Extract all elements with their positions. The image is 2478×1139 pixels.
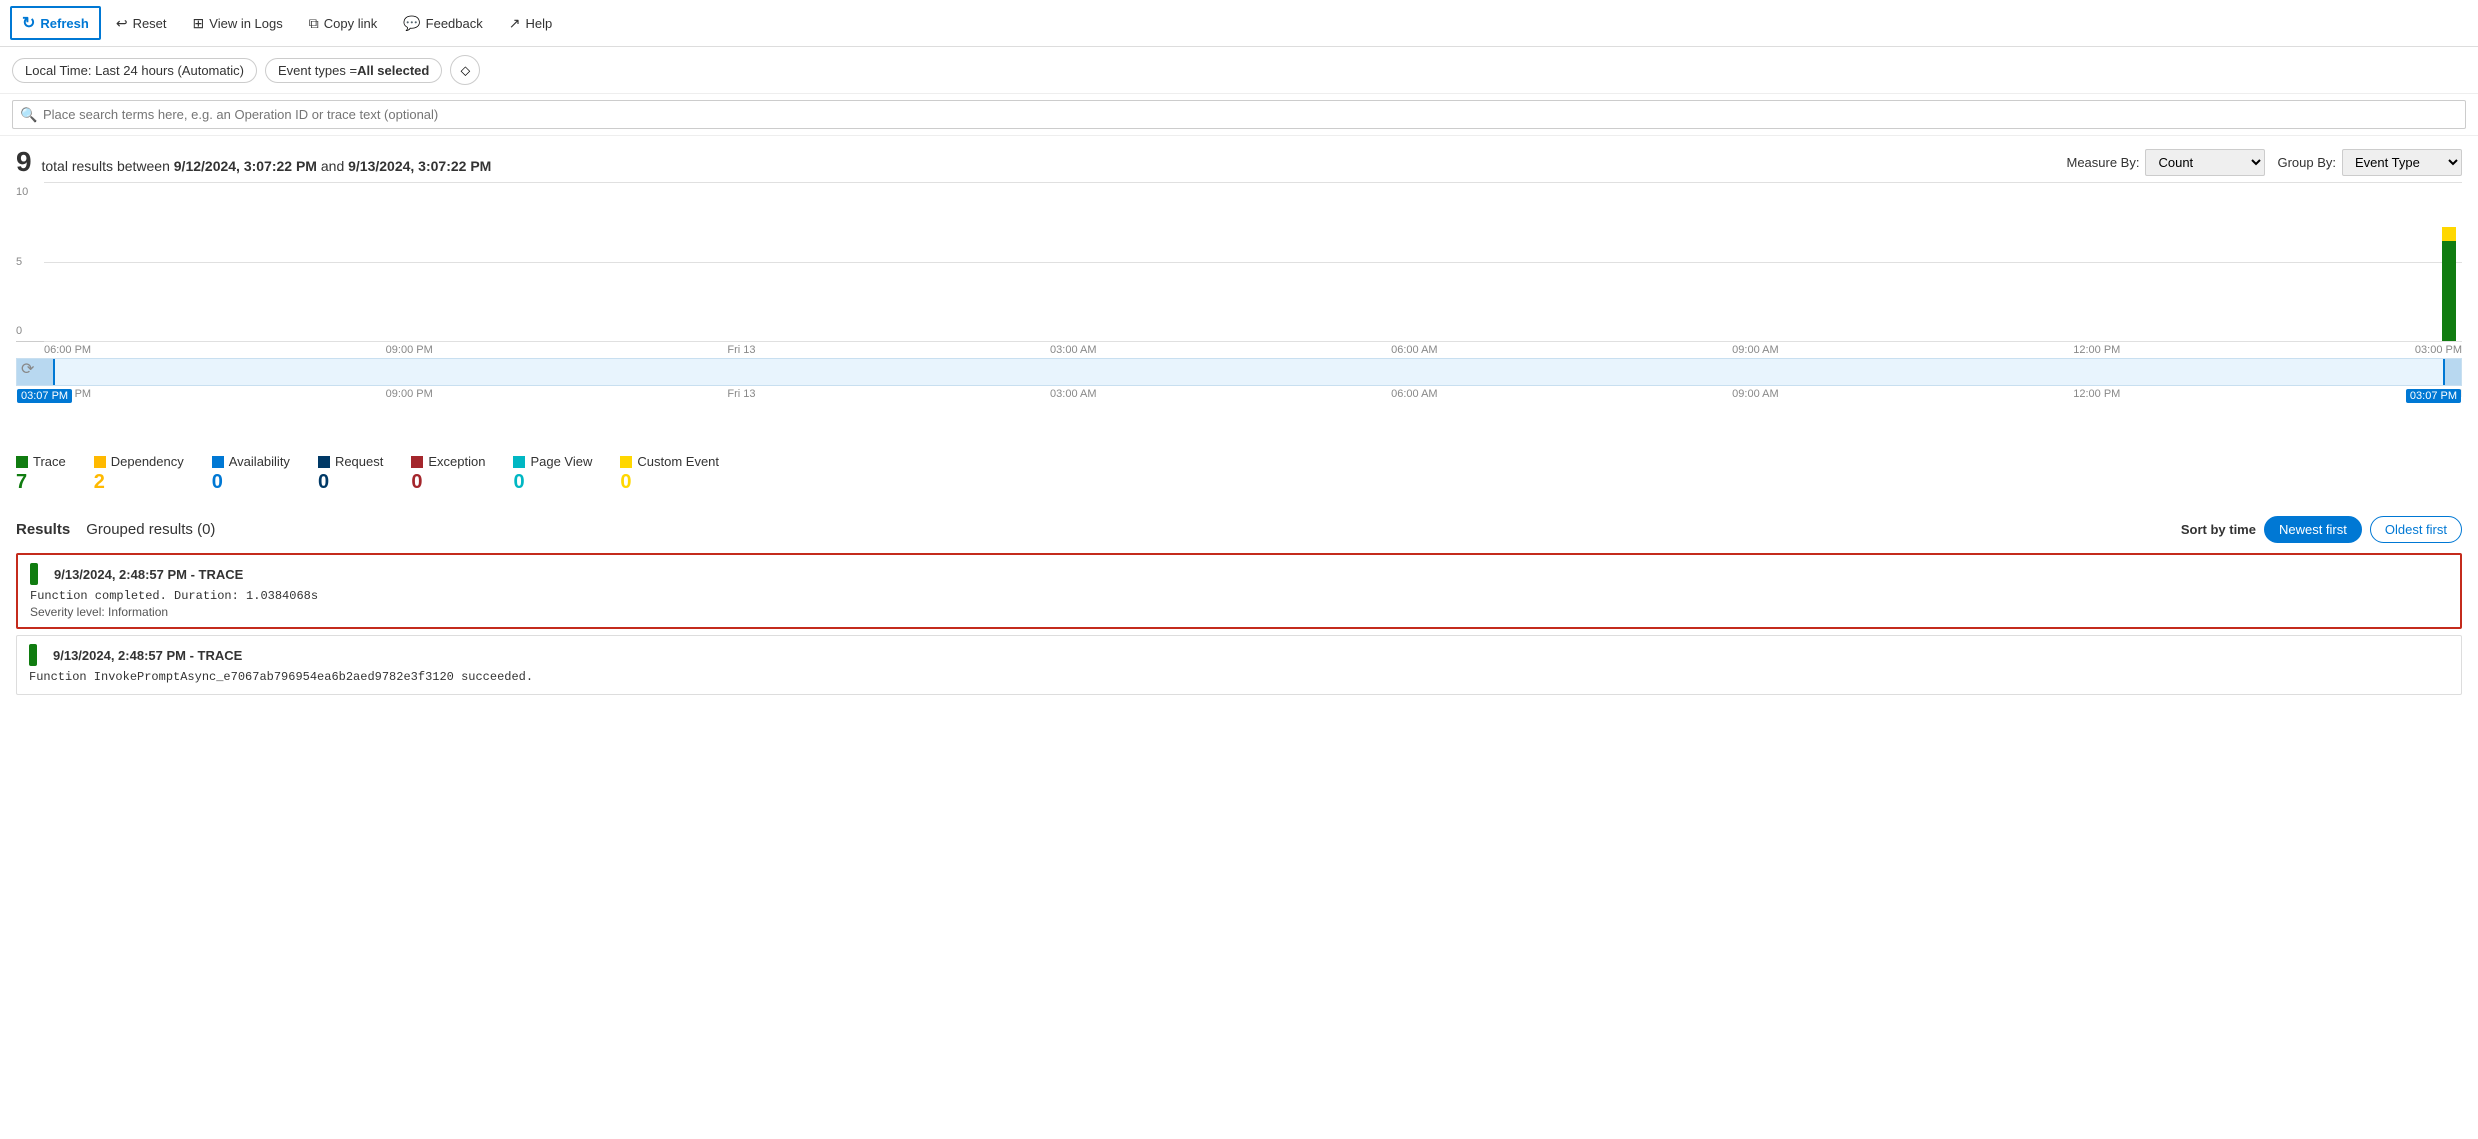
results-header: Results Grouped results (0) Sort by time… <box>16 516 2462 543</box>
help-icon: ↗ <box>509 15 521 32</box>
search-icon: 🔍 <box>20 106 37 123</box>
timeline-scrubber[interactable]: ⟳ 03:07 PM 03:07 PM <box>16 358 2462 386</box>
legend-item-trace: Trace 7 <box>16 454 66 494</box>
event-types-value: All selected <box>357 63 429 78</box>
results-section: Results Grouped results (0) Sort by time… <box>0 504 2478 695</box>
refresh-button[interactable]: ↻ Refresh <box>10 6 101 40</box>
chart-container: 10 5 0 06:00 PM 09:00 PM Fri 13 03:00 AM… <box>0 182 2478 356</box>
legend-item-exception: Exception 0 <box>411 454 485 494</box>
newest-first-button[interactable]: Newest first <box>2264 516 2362 543</box>
refresh-icon: ↻ <box>22 13 35 33</box>
copy-link-button[interactable]: ⧉ Copy link <box>298 9 388 38</box>
summary-start-time: 9/12/2024, 3:07:22 PM <box>174 158 317 174</box>
time-label-end: 03:07 PM <box>2406 389 2461 403</box>
chart-bar <box>2442 227 2456 341</box>
summary-right: Measure By: Count Group By: Event Type <box>2066 149 2462 176</box>
summary-end-time: 9/13/2024, 3:07:22 PM <box>348 158 491 174</box>
time-label-start: 03:07 PM <box>17 389 72 403</box>
results-title-label: Results <box>16 521 70 538</box>
legend-item-availability: Availability 0 <box>212 454 290 494</box>
grid-line-bottom <box>44 341 2462 342</box>
measure-by-group: Measure By: Count <box>2066 149 2265 176</box>
refresh-label: Refresh <box>40 16 88 31</box>
scrubber-left-handle[interactable]: ⟳ <box>17 359 55 385</box>
chart-yaxis: 10 5 0 <box>16 182 44 341</box>
scrubber-xaxis: 06:00 PM 09:00 PM Fri 13 03:00 AM 06:00 … <box>16 386 2462 400</box>
chart-xaxis: 06:00 PM 09:00 PM Fri 13 03:00 AM 06:00 … <box>16 342 2462 356</box>
chart-bar-yellow <box>2442 227 2456 241</box>
measure-by-label: Measure By: <box>2066 155 2139 170</box>
chart-area[interactable] <box>44 182 2462 341</box>
filter-funnel-icon: ⬦ <box>460 62 470 79</box>
results-list: 9/13/2024, 2:48:57 PM - TRACE Function c… <box>16 553 2462 695</box>
result-item-1[interactable]: 9/13/2024, 2:48:57 PM - TRACE Function I… <box>16 635 2462 695</box>
chart-bar-green <box>2442 241 2456 341</box>
reset-label: Reset <box>133 16 167 31</box>
grouped-results-label: Grouped results (0) <box>86 521 215 538</box>
view-in-logs-label: View in Logs <box>209 16 282 31</box>
measure-by-dropdown[interactable]: Count <box>2145 149 2265 176</box>
scrubber-right-handle[interactable] <box>2443 359 2461 385</box>
summary-row: 9 total results between 9/12/2024, 3:07:… <box>0 136 2478 182</box>
group-by-label: Group By: <box>2277 155 2336 170</box>
help-button[interactable]: ↗ Help <box>498 9 563 38</box>
scrubber-section: ⟳ 03:07 PM 03:07 PM 06:00 PM 09:00 PM Fr… <box>0 358 2478 422</box>
feedback-icon: 💬 <box>403 15 420 32</box>
logs-icon: ⊞ <box>193 15 205 32</box>
oldest-first-button[interactable]: Oldest first <box>2370 516 2462 543</box>
scrubber-icon: ⟳ <box>21 359 34 379</box>
result-item-0[interactable]: 9/13/2024, 2:48:57 PM - TRACE Function c… <box>16 553 2462 629</box>
search-wrapper: 🔍 <box>12 100 2466 129</box>
view-in-logs-button[interactable]: ⊞ View in Logs <box>182 9 294 38</box>
legend-item-request: Request 0 <box>318 454 383 494</box>
event-types-label: Event types = <box>278 63 357 78</box>
chart-main[interactable]: 10 5 0 <box>16 182 2462 342</box>
legend: Trace 7 Dependency 2 Availability 0 Requ… <box>0 422 2478 504</box>
time-filter-label: Local Time: Last 24 hours (Automatic) <box>25 63 244 78</box>
filter-options-button[interactable]: ⬦ <box>450 55 480 85</box>
legend-item-custom-event: Custom Event 0 <box>620 454 719 494</box>
copy-icon: ⧉ <box>309 15 319 32</box>
sort-label: Sort by time <box>2181 522 2256 537</box>
group-by-group: Group By: Event Type <box>2277 149 2462 176</box>
legend-item-page-view: Page View 0 <box>513 454 592 494</box>
sort-group: Sort by time Newest first Oldest first <box>2181 516 2462 543</box>
legend-item-dependency: Dependency 2 <box>94 454 184 494</box>
search-bar: 🔍 <box>0 94 2478 136</box>
event-types-filter-pill[interactable]: Event types = All selected <box>265 58 442 83</box>
reset-icon: ↩ <box>116 15 128 32</box>
reset-button[interactable]: ↩ Reset <box>105 9 178 38</box>
result-count: 9 <box>16 146 32 177</box>
toolbar: ↻ Refresh ↩ Reset ⊞ View in Logs ⧉ Copy … <box>0 0 2478 47</box>
copy-link-label: Copy link <box>324 16 377 31</box>
results-title: Results Grouped results (0) <box>16 521 215 538</box>
help-label: Help <box>525 16 552 31</box>
search-input[interactable] <box>12 100 2466 129</box>
group-by-dropdown[interactable]: Event Type <box>2342 149 2462 176</box>
filter-bar: Local Time: Last 24 hours (Automatic) Ev… <box>0 47 2478 94</box>
grid-line-top <box>44 182 2462 183</box>
feedback-label: Feedback <box>426 16 483 31</box>
summary-left: 9 total results between 9/12/2024, 3:07:… <box>16 146 491 178</box>
grid-line-mid <box>44 262 2462 263</box>
summary-description: total results between <box>41 158 169 174</box>
time-filter-pill[interactable]: Local Time: Last 24 hours (Automatic) <box>12 58 257 83</box>
feedback-button[interactable]: 💬 Feedback <box>392 9 494 38</box>
